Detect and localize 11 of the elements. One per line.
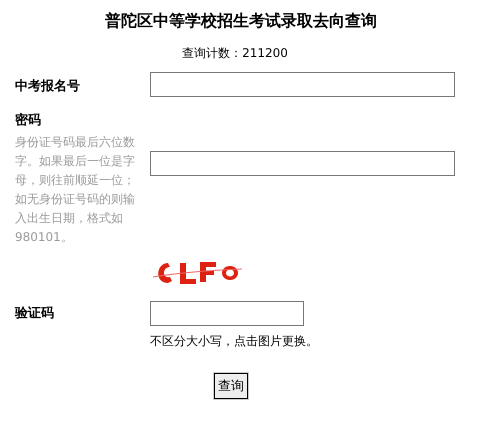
query-button[interactable]: 查询 — [214, 373, 248, 399]
registration-number-field[interactable] — [150, 72, 455, 97]
field-label: 密码 — [15, 113, 41, 128]
captcha-field[interactable] — [150, 301, 304, 326]
field-label: 中考报名号 — [15, 78, 80, 94]
captcha-hint: 不区分大小写，点击图片更换。 — [150, 333, 319, 349]
page-title: 普陀区中等学校招生考试录取去向查询 — [104, 10, 378, 32]
password-hint: 身份证号码最后六位数字。如果最后一位是字母，则往前顺延一位；如无身份证号码的则输入出生日期，格式如980101。 — [15, 134, 136, 246]
field-label: 验证码 — [15, 305, 55, 322]
query-counter: 查询计数：211200 — [181, 46, 289, 60]
password-field[interactable] — [150, 151, 455, 176]
